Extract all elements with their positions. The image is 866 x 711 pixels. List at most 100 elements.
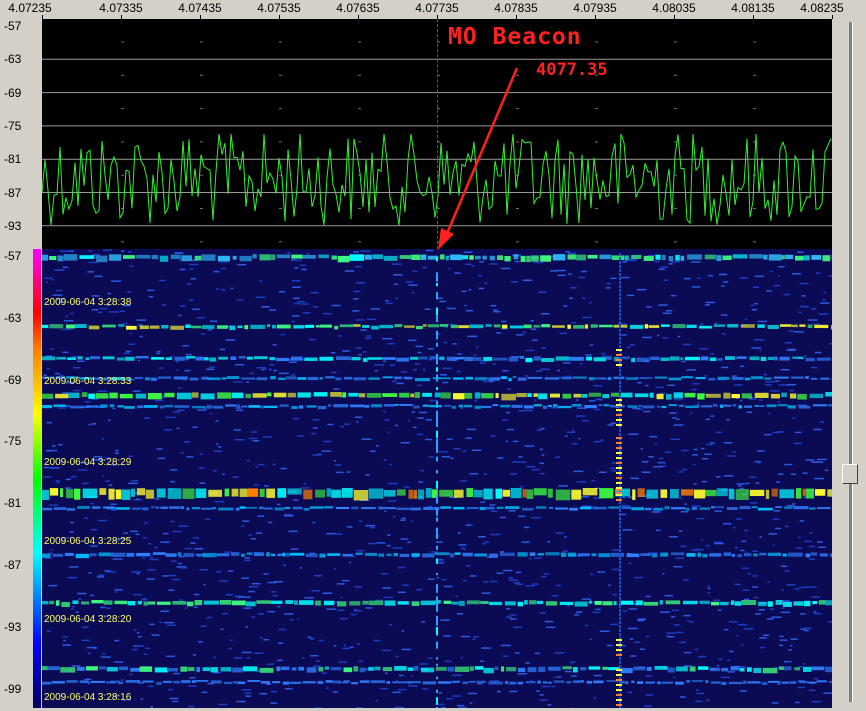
waterfall-noise <box>446 307 456 310</box>
waterfall-band-segment <box>665 600 681 605</box>
waterfall-band-segment <box>382 507 396 510</box>
waterfall-noise <box>746 411 753 413</box>
waterfall-band-segment <box>793 506 808 510</box>
beacon-trace-segment <box>436 410 438 420</box>
waterfall-band-segment <box>774 356 778 361</box>
waterfall-band-segment <box>333 404 349 408</box>
carrier-trace-segment <box>619 277 621 280</box>
waterfall-band-segment <box>771 488 778 497</box>
waterfall-noise <box>407 541 411 543</box>
frequency-tick-label: 4.08135 <box>731 1 775 15</box>
waterfall-band-segment <box>724 404 731 407</box>
waterfall-noise <box>722 281 729 283</box>
waterfall-noise <box>354 586 363 588</box>
waterfall-noise <box>301 268 307 271</box>
waterfall-noise <box>110 503 117 505</box>
waterfall-noise <box>100 606 106 609</box>
beacon-trace-segment <box>436 330 438 340</box>
waterfall-band-segment <box>469 324 484 329</box>
waterfall-noise <box>465 309 474 312</box>
waterfall-noise <box>581 505 592 508</box>
waterfall-noise <box>90 502 95 505</box>
waterfall-noise <box>167 624 176 626</box>
waterfall-band-segment <box>594 377 606 380</box>
waterfall-band-segment <box>291 254 303 259</box>
waterfall-noise <box>794 442 803 445</box>
waterfall-noise <box>419 663 429 665</box>
waterfall-noise <box>251 583 261 585</box>
waterfall-noise <box>180 452 184 454</box>
waterfall-noise <box>808 689 816 692</box>
waterfall-band-segment <box>784 666 792 671</box>
waterfall-band-segment <box>224 488 230 497</box>
waterfall-noise <box>112 558 123 560</box>
waterfall-noise <box>290 548 299 550</box>
waterfall-noise <box>143 653 148 655</box>
waterfall-noise <box>780 611 791 614</box>
waterfall-band-segment <box>781 255 785 260</box>
waterfall-noise <box>344 423 351 425</box>
waterfall-noise <box>333 388 340 390</box>
waterfall-noise <box>721 314 728 316</box>
waterfall-band-segment <box>159 255 169 262</box>
waterfall-band-segment <box>741 600 757 606</box>
waterfall-band-segment <box>287 392 296 398</box>
waterfall-band-segment <box>717 358 723 361</box>
waterfall-band-segment <box>483 488 493 500</box>
waterfall-band-segment <box>286 376 297 380</box>
waterfall-band-segment <box>238 356 246 359</box>
waterfall-noise <box>579 363 583 365</box>
waterfall-band-segment <box>439 356 445 361</box>
waterfall-band-segment <box>803 666 812 672</box>
waterfall-noise <box>383 596 393 599</box>
scrollbar-thumb[interactable] <box>842 464 858 485</box>
waterfall-noise <box>201 691 208 694</box>
waterfall-band-segment <box>686 680 691 683</box>
waterfall-display[interactable] <box>42 249 832 708</box>
waterfall-noise <box>463 251 473 253</box>
waterfall-noise <box>400 519 406 521</box>
waterfall-noise <box>160 610 170 612</box>
carrier-trace-segment <box>619 549 621 552</box>
frequency-tick-label: 4.08235 <box>800 1 844 15</box>
waterfall-band-segment <box>501 376 507 380</box>
waterfall-noise <box>397 566 406 569</box>
waterfall-noise <box>740 399 743 402</box>
beacon-trace-segment <box>436 596 438 603</box>
vertical-scrollbar[interactable] <box>838 18 864 708</box>
waterfall-noise <box>410 674 413 677</box>
waterfall-band-segment <box>239 488 248 497</box>
waterfall-noise <box>408 284 418 286</box>
waterfall-band-segment <box>458 325 469 329</box>
waterfall-band-segment <box>65 324 76 329</box>
waterfall-band-segment <box>127 601 136 606</box>
waterfall-noise <box>601 352 606 355</box>
waterfall-band-segment <box>612 255 625 261</box>
waterfall-noise <box>525 465 536 468</box>
waterfall-noise <box>201 333 205 335</box>
waterfall-noise <box>107 292 111 295</box>
waterfall-band-segment <box>574 601 588 607</box>
waterfall-noise <box>132 648 139 651</box>
carrier-blip <box>616 477 622 479</box>
waterfall-noise <box>546 626 556 629</box>
waterfall-noise <box>727 659 731 661</box>
waterfall-band-segment <box>675 681 684 685</box>
waterfall-noise <box>346 471 351 473</box>
waterfall-band-segment <box>630 324 643 329</box>
waterfall-band-segment <box>825 600 832 606</box>
waterfall-noise <box>444 660 452 663</box>
waterfall-noise <box>781 589 784 591</box>
waterfall-noise <box>448 268 451 270</box>
waterfall-noise <box>170 355 174 358</box>
waterfall-band-segment <box>368 377 380 380</box>
waterfall-band-segment <box>779 489 795 499</box>
waterfall-band-segment <box>259 667 274 673</box>
waterfall-noise <box>700 447 705 450</box>
waterfall-band-segment <box>643 255 654 261</box>
db-tick-label: -75 <box>4 118 22 133</box>
beacon-trace-segment <box>436 307 438 316</box>
waterfall-band-segment <box>602 394 609 399</box>
waterfall-band-segment <box>370 680 385 684</box>
scrollbar-track[interactable] <box>849 22 853 702</box>
